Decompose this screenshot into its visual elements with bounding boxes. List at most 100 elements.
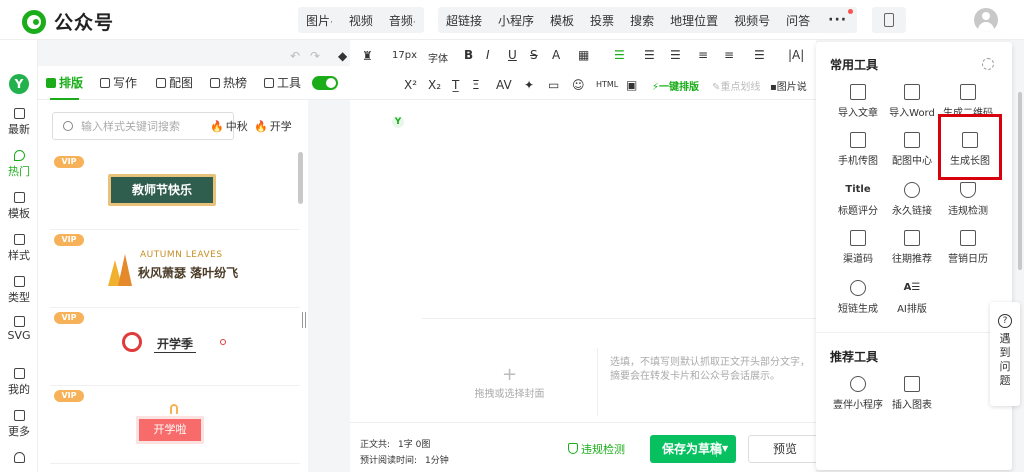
rail-item-type[interactable]: 类型: [0, 276, 38, 305]
phone-preview-button[interactable]: [872, 7, 906, 33]
rail-item-template[interactable]: 模板: [0, 192, 38, 221]
image-caption-button[interactable]: ▪图片说: [770, 78, 807, 93]
line-style-icon[interactable]: Ξ: [472, 78, 480, 92]
format-painter-icon[interactable]: ♜: [362, 49, 373, 63]
underline-button[interactable]: U: [508, 48, 517, 62]
tool-ai-format[interactable]: A☰ AI排版: [884, 280, 940, 315]
tool-mini-program[interactable]: 壹伴小程序: [830, 376, 886, 411]
menu-location[interactable]: 地理位置: [662, 12, 726, 29]
style-card[interactable]: VIP 教师节快乐: [50, 152, 300, 230]
save-draft-button[interactable]: 保存为草稿 ▼: [650, 435, 736, 463]
resize-grip[interactable]: [302, 312, 306, 328]
bg-color-icon[interactable]: ▦: [578, 48, 589, 62]
panel-toggle[interactable]: [312, 76, 338, 90]
violation-check-button[interactable]: 违规检测: [568, 441, 625, 457]
tool-title-score[interactable]: Title 标题评分: [830, 182, 886, 217]
splitter: [308, 100, 350, 472]
rail-item-mine[interactable]: 我的: [0, 368, 38, 397]
tool-violation-check[interactable]: 违规检测: [940, 182, 996, 217]
rail-item-svg[interactable]: SVG: [0, 316, 38, 342]
avatar[interactable]: [974, 8, 998, 32]
align-left-icon[interactable]: ☰: [614, 48, 625, 62]
editor-canvas[interactable]: Y + 拖拽或选择封面 选填，不填写则默认抓取正文开头部分文字，摘要会在转发卡片…: [350, 100, 816, 422]
rail-item-hot[interactable]: 热门: [0, 150, 38, 179]
logo[interactable]: 公众号: [22, 8, 114, 35]
eraser-icon[interactable]: ◆: [338, 49, 347, 63]
tab-trending[interactable]: 热榜: [210, 66, 247, 100]
rail-item-more[interactable]: 更多: [0, 410, 38, 439]
char-spacing-icon[interactable]: AV: [496, 78, 512, 92]
superscript-button[interactable]: X²: [404, 78, 417, 92]
menu-video[interactable]: 视频: [341, 12, 381, 29]
tab-tools[interactable]: 工具: [264, 66, 301, 100]
cover-upload[interactable]: + 拖拽或选择封面: [422, 348, 598, 416]
summary-field[interactable]: 选填，不填写则默认抓取正文开头部分文字，摘要会在转发卡片和公众号会话展示。: [610, 356, 810, 384]
tools-scrollbar[interactable]: [1018, 92, 1022, 270]
svg-icon: [13, 316, 25, 327]
tool-phone-upload[interactable]: 手机传图: [830, 132, 886, 167]
font-size-select[interactable]: 17px: [392, 50, 417, 61]
vip-badge: VIP: [54, 312, 84, 324]
style-card[interactable]: VIP AUTUMN LEAVES 秋风萧瑟 落叶纷飞: [50, 230, 300, 308]
highlight-line-button[interactable]: ✎重点划线: [712, 78, 760, 93]
tab-images[interactable]: 配图: [156, 66, 193, 100]
style-card[interactable]: VIP 开学啦: [50, 386, 300, 464]
menu-qa[interactable]: 问答: [778, 12, 818, 29]
menu-audio[interactable]: 音频·: [381, 12, 424, 29]
menu-channels[interactable]: 视频号: [726, 12, 778, 29]
tool-insert-chart[interactable]: 插入图表: [884, 376, 940, 411]
menu-image[interactable]: 图片·: [298, 12, 341, 29]
redo-icon[interactable]: ↷: [310, 49, 320, 63]
tool-channel-code[interactable]: 渠道码: [830, 230, 886, 265]
gear-icon[interactable]: [982, 58, 994, 70]
magic-icon[interactable]: ✦: [524, 78, 534, 92]
rail-item-support[interactable]: [0, 452, 38, 465]
one-click-format-button[interactable]: ⚡一键排版: [652, 78, 699, 93]
menu-template[interactable]: 模板: [542, 12, 582, 29]
tool-permalink[interactable]: 永久链接: [884, 182, 940, 217]
panel-scrollbar[interactable]: [298, 152, 303, 204]
letter-spacing-icon[interactable]: |A|: [788, 48, 804, 62]
rail-item-style[interactable]: 样式: [0, 234, 38, 263]
html-icon[interactable]: HTML: [596, 80, 618, 89]
yiban-logo-icon[interactable]: Y: [9, 74, 29, 94]
tool-past-recommend[interactable]: 往期推荐: [884, 230, 940, 265]
tab-layout[interactable]: 排版: [46, 66, 83, 100]
menu-search[interactable]: 搜索: [622, 12, 662, 29]
line-height-icon[interactable]: ≡: [698, 48, 708, 62]
emoji-icon[interactable]: ☺: [572, 78, 585, 92]
chevron-down-icon[interactable]: ▼: [722, 435, 728, 463]
tab-writing[interactable]: 写作: [100, 66, 137, 100]
font-family-select[interactable]: 字体: [428, 50, 448, 65]
toolbox-icon[interactable]: ▣: [626, 78, 637, 92]
help-button[interactable]: ? 遇到问题: [990, 302, 1020, 406]
indent-icon[interactable]: ☰: [644, 48, 655, 62]
rail-item-latest[interactable]: 最新: [0, 108, 38, 137]
undo-icon[interactable]: ↶: [290, 49, 300, 63]
image-icon: [156, 78, 166, 88]
paragraph-spacing-icon[interactable]: ≡: [724, 48, 734, 62]
tool-marketing-calendar[interactable]: 营销日历: [940, 230, 996, 265]
menu-vote[interactable]: 投票: [582, 12, 622, 29]
menu-mini-program[interactable]: 小程序: [490, 12, 542, 29]
strike-button[interactable]: S: [530, 48, 538, 62]
tool-import-word[interactable]: 导入Word: [884, 84, 940, 119]
hot-tag-school[interactable]: 🔥 开学: [254, 118, 292, 134]
more-menu-button[interactable]: ···: [818, 9, 857, 28]
font-color-button[interactable]: A: [552, 48, 560, 62]
style-search-input[interactable]: [81, 118, 229, 134]
tool-short-link[interactable]: 短链生成: [830, 280, 886, 315]
menu-hyperlink[interactable]: 超链接: [438, 12, 490, 29]
image-insert-icon[interactable]: ▭: [548, 78, 559, 92]
bold-button[interactable]: B: [464, 48, 473, 62]
italic-button[interactable]: I: [486, 48, 490, 62]
style-card[interactable]: VIP 开学季: [50, 308, 300, 386]
subscript-button[interactable]: X₂: [428, 78, 441, 92]
align-center-icon[interactable]: ☰: [670, 48, 681, 62]
text-size-icon[interactable]: T̲: [452, 78, 459, 92]
list-icon[interactable]: ☰: [754, 48, 765, 62]
preview-button[interactable]: 预览: [748, 435, 818, 463]
tool-image-center[interactable]: 配图中心: [884, 132, 940, 167]
hot-tag-midautumn[interactable]: 🔥 中秋: [210, 118, 248, 134]
tool-import-article[interactable]: 导入文章: [830, 84, 886, 119]
